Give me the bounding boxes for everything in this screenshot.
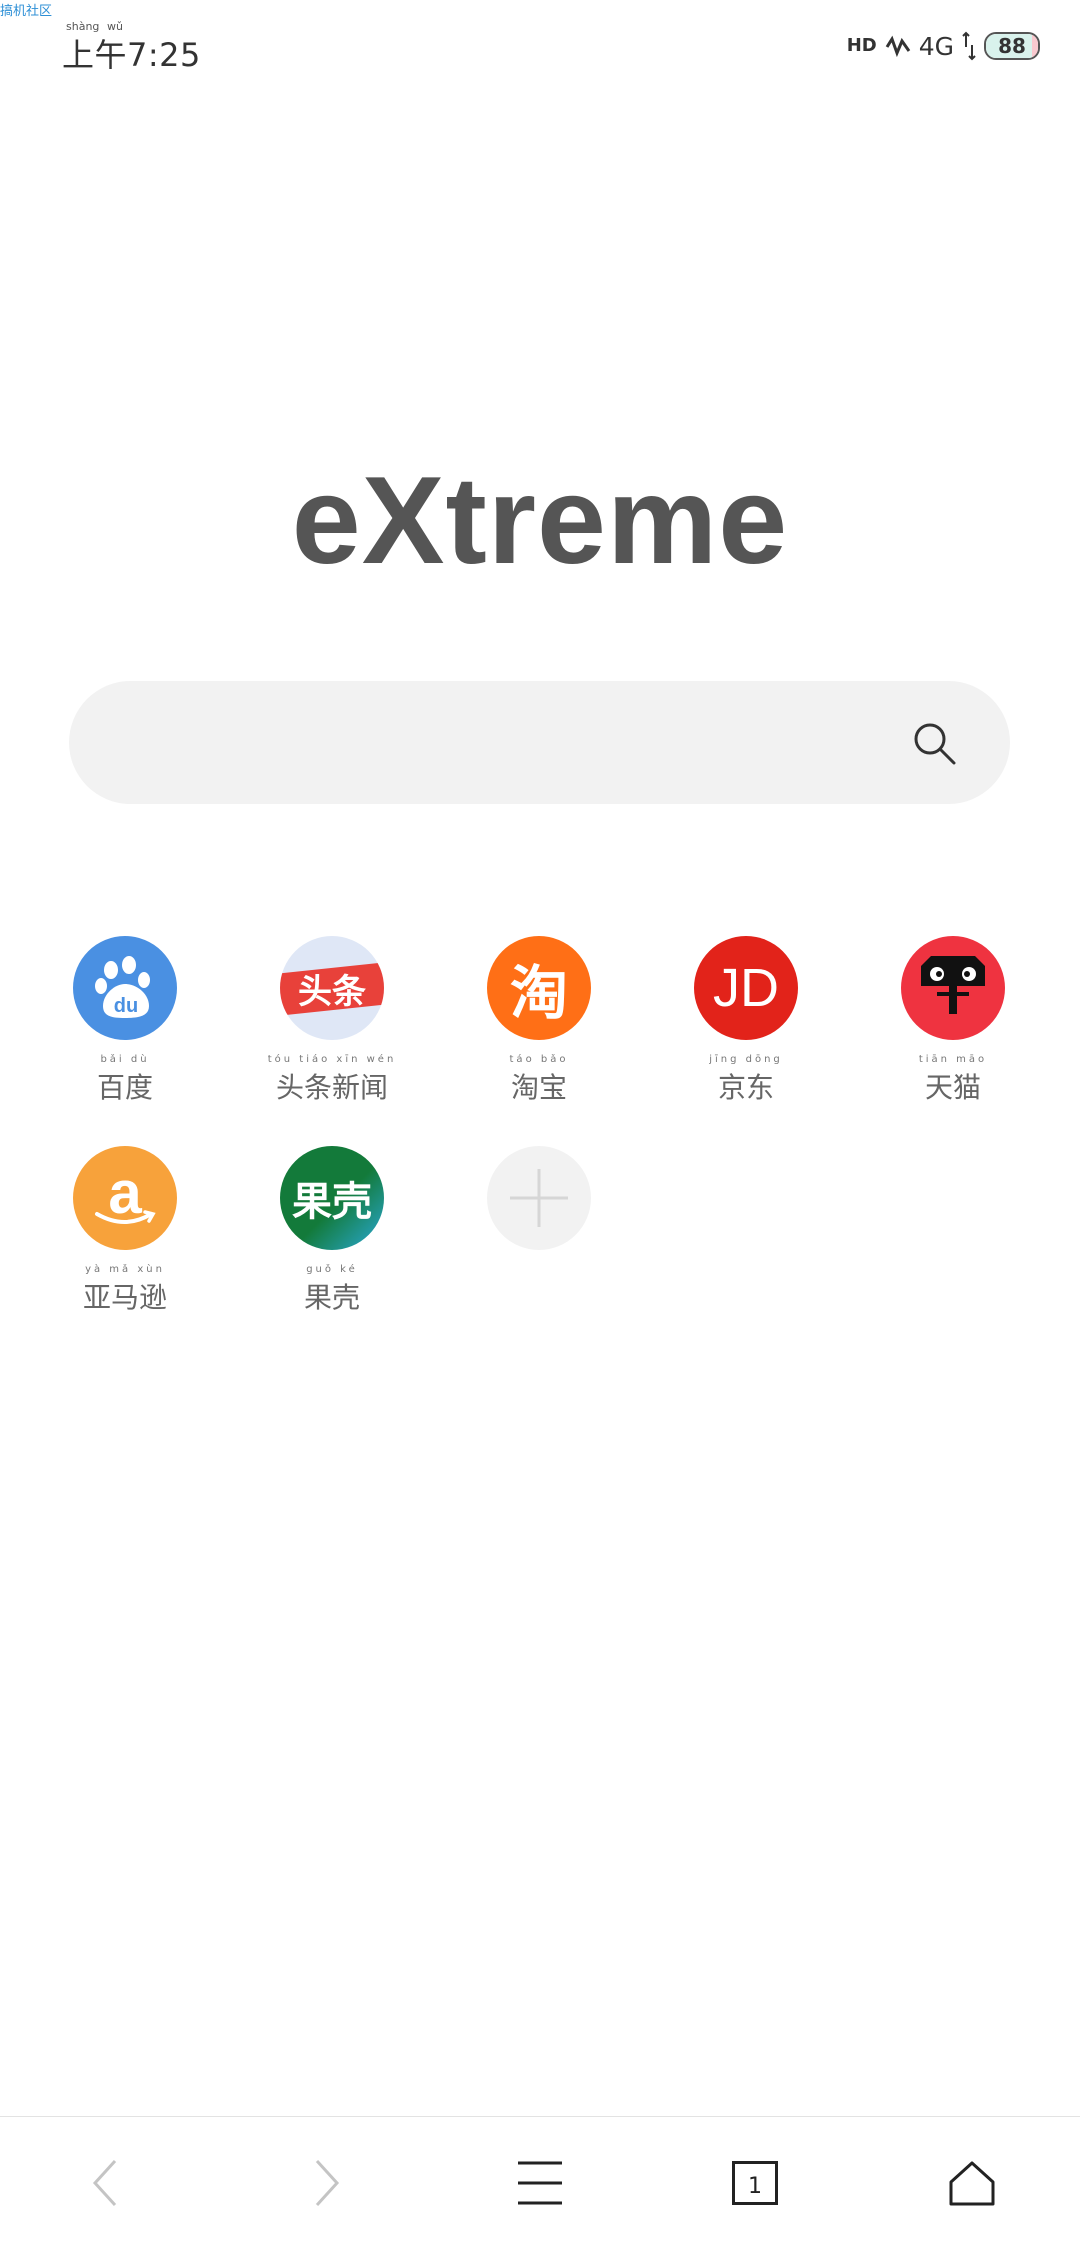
toutiao-icon-text: 头条 <box>298 971 366 1012</box>
shortcut-toutiao[interactable]: 头条 tóu tiáo xīn wén 头条新闻 <box>242 936 422 1106</box>
add-shortcut-button[interactable] <box>449 1146 629 1250</box>
search-input[interactable] <box>119 681 903 806</box>
shortcut-taobao[interactable]: 淘 táo bǎo 淘宝 <box>449 936 629 1106</box>
bottom-navigation: 1 <box>0 2116 1080 2249</box>
forward-arrow-icon <box>315 2159 340 2207</box>
status-time: shàng wǔ 上午7:25 <box>62 20 201 76</box>
svg-text:du: du <box>114 995 138 1017</box>
wifi-wave-icon <box>885 35 910 58</box>
tmall-cat-icon <box>901 936 1005 1040</box>
time-prefix: 上午 <box>62 36 128 74</box>
home-icon <box>949 2161 995 2206</box>
search-bar[interactable] <box>69 681 1010 806</box>
search-icon[interactable] <box>910 719 958 767</box>
back-arrow-icon <box>92 2159 117 2207</box>
shortcut-guokr[interactable]: 果壳 guǒ ké 果壳 <box>242 1146 422 1316</box>
tabs-button[interactable]: 1 <box>695 2117 815 2249</box>
tab-count: 1 <box>748 2174 762 2199</box>
guokr-icon: 果壳 <box>280 1146 384 1250</box>
forward-button[interactable] <box>267 2117 387 2249</box>
time-pinyin-1: shàng <box>66 20 100 33</box>
plus-icon <box>487 1146 591 1250</box>
shortcut-label: 果壳 <box>303 1281 360 1314</box>
watermark: 搞机社区 <box>0 4 53 19</box>
network-type: 4G <box>918 31 954 61</box>
status-icons: HD 4G 88 <box>847 26 1040 66</box>
shortcut-label: 京东 <box>717 1071 774 1104</box>
tabs-icon: 1 <box>732 2161 778 2205</box>
data-arrows-icon <box>962 31 976 61</box>
shortcut-label: 百度 <box>96 1071 153 1104</box>
menu-button[interactable] <box>480 2117 600 2249</box>
shortcut-amazon[interactable]: a yà mǎ xùn 亚马逊 <box>35 1146 215 1316</box>
taobao-icon-text: 淘 <box>509 959 568 1027</box>
time-pinyin-2: wǔ <box>107 20 123 33</box>
guokr-icon-text: 果壳 <box>292 1179 372 1225</box>
browser-logo: eXtreme <box>291 452 789 590</box>
taobao-icon: 淘 <box>487 936 591 1040</box>
home-button[interactable] <box>912 2117 1032 2249</box>
shortcut-jd[interactable]: JD jīng dōng 京东 <box>656 936 836 1106</box>
hd-icon: HD <box>846 35 877 56</box>
jd-icon-text: JD <box>713 958 779 1018</box>
shortcut-label: 天猫 <box>924 1071 981 1104</box>
battery-level: 88 <box>998 34 1026 58</box>
shortcut-label: 淘宝 <box>510 1071 567 1104</box>
jd-icon: JD <box>694 936 798 1040</box>
clock: 7:25 <box>127 36 201 74</box>
menu-icon <box>518 2161 562 2205</box>
toutiao-icon: 头条 <box>280 936 384 1040</box>
shortcut-baidu[interactable]: du bǎi dù 百度 <box>35 936 215 1106</box>
shortcut-label: 头条新闻 <box>275 1071 388 1104</box>
shortcut-label: 亚马逊 <box>82 1281 167 1314</box>
battery-indicator: 88 <box>984 32 1040 60</box>
shortcut-tmall[interactable]: tiān māo 天猫 <box>863 936 1043 1106</box>
back-button[interactable] <box>45 2117 165 2249</box>
amazon-icon: a <box>73 1146 177 1250</box>
baidu-paw-icon: du <box>73 936 177 1040</box>
